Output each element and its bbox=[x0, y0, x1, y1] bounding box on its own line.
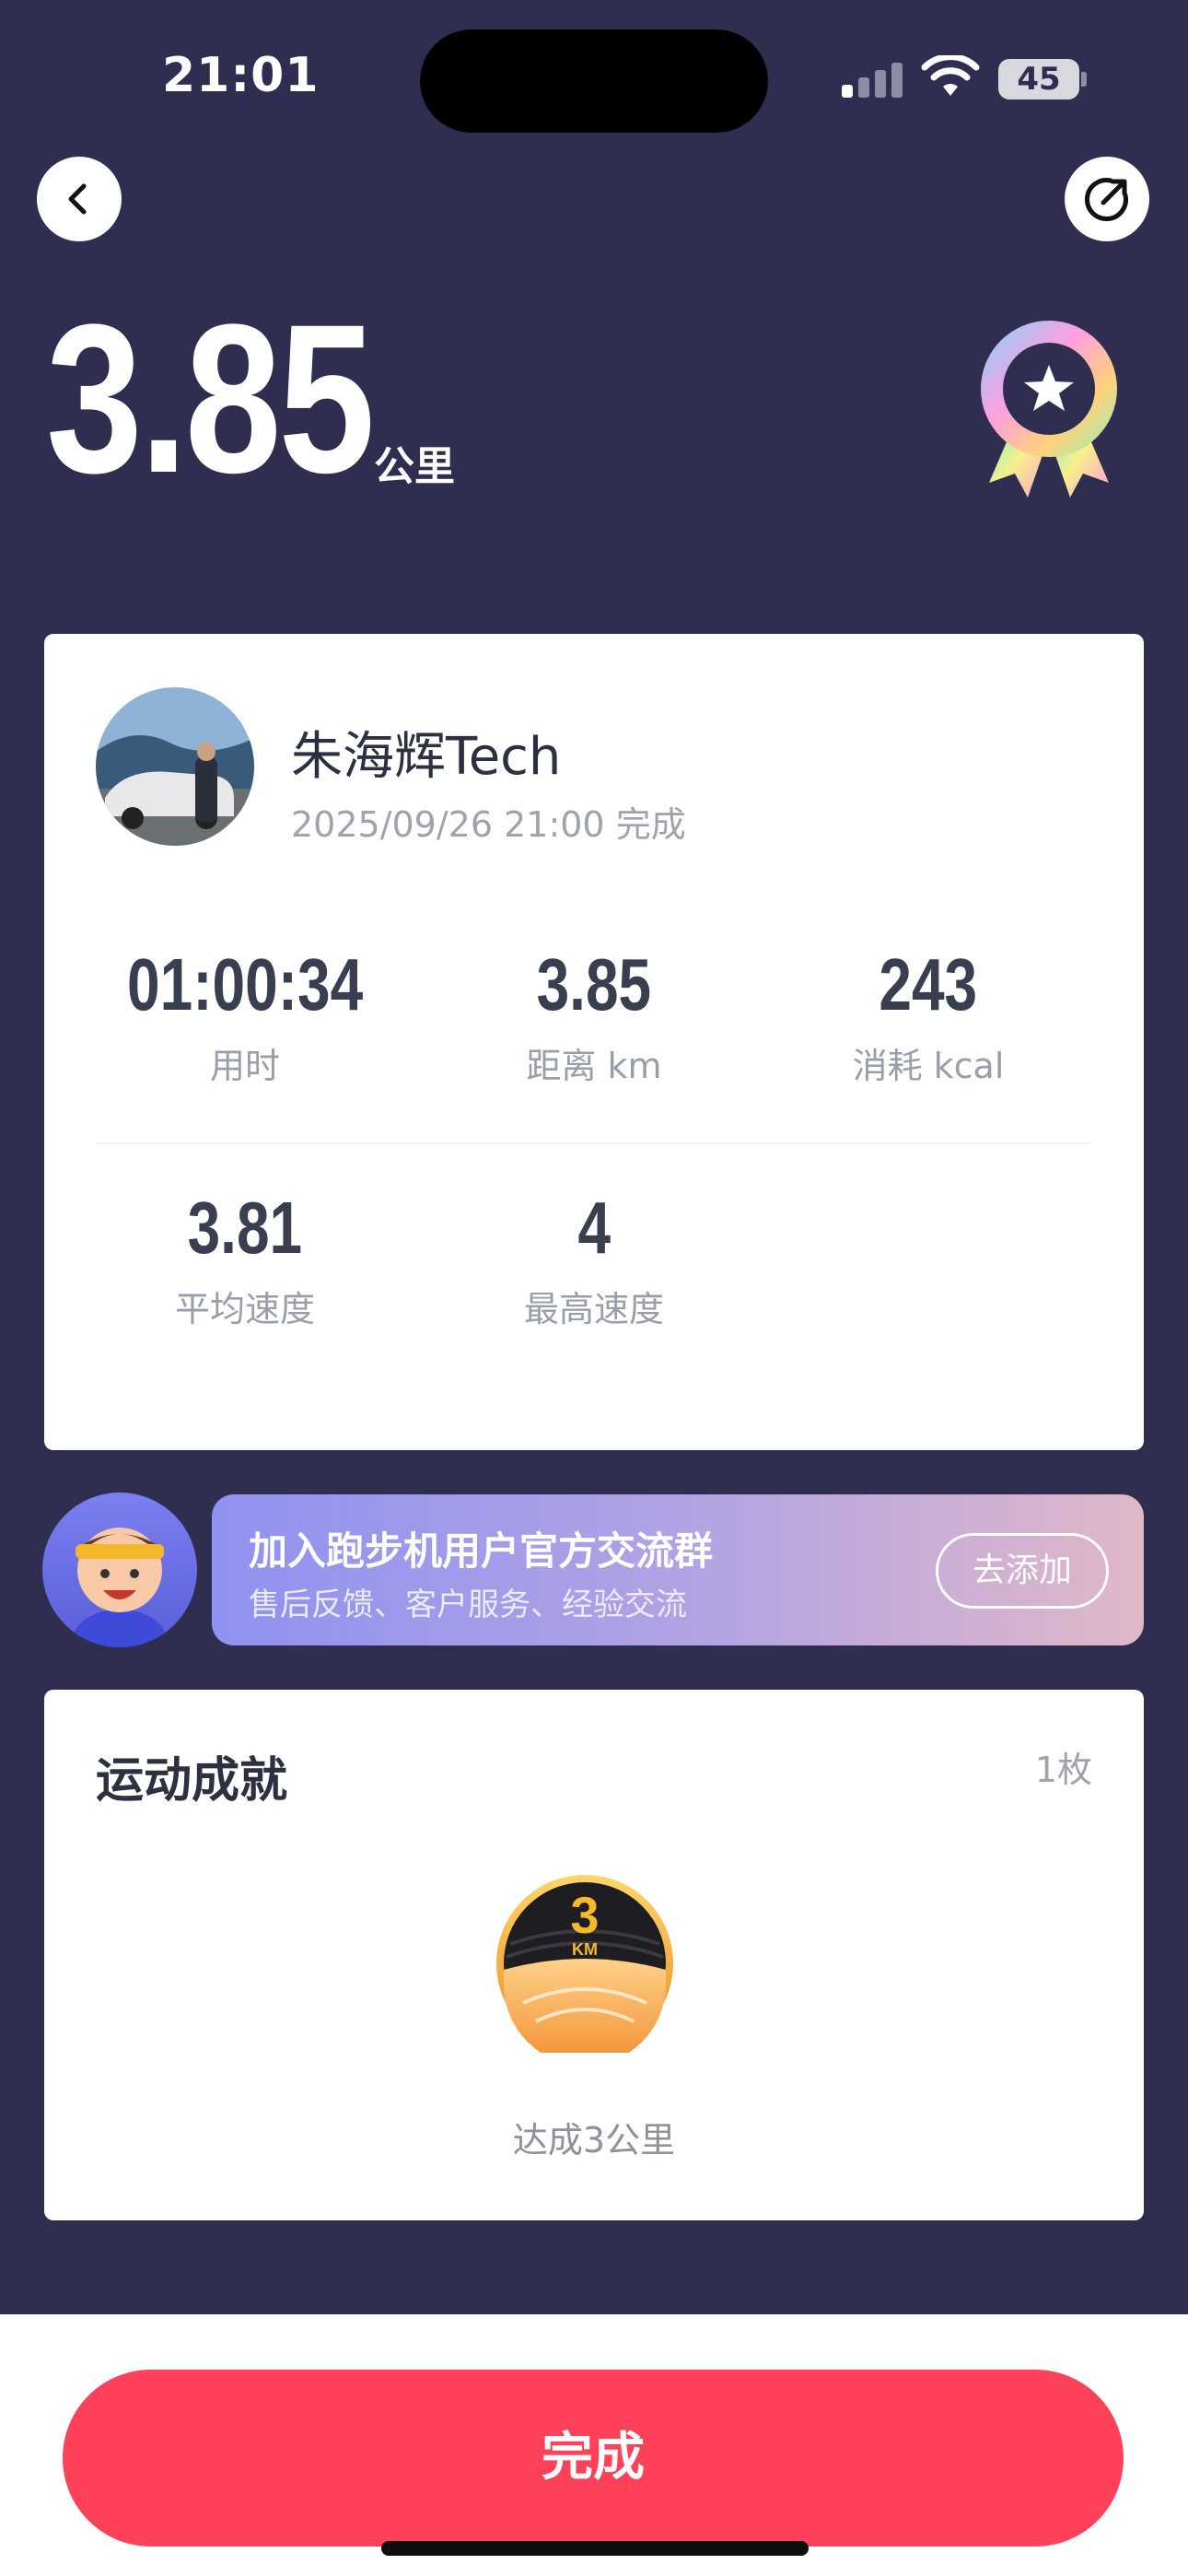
share-button[interactable] bbox=[1065, 157, 1149, 241]
done-button[interactable]: 完成 bbox=[63, 2370, 1124, 2547]
mascot-icon bbox=[70, 1528, 169, 1647]
achievements-count: 1枚 bbox=[1034, 1750, 1092, 1790]
stat-duration: 01:00:34 用时 bbox=[79, 943, 411, 1088]
stat-max-speed: 4 最高速度 bbox=[428, 1187, 760, 1331]
stat-label: 消耗 kcal bbox=[852, 1046, 1005, 1086]
badge-3km-icon[interactable]: 3 KM bbox=[495, 1874, 674, 2053]
back-button[interactable] bbox=[37, 157, 122, 241]
avatar-photo-icon bbox=[96, 687, 254, 846]
divider bbox=[96, 1142, 1090, 1144]
stat-value: 3.81 bbox=[187, 1187, 303, 1269]
status-time: 21:01 bbox=[162, 48, 320, 103]
medal-icon bbox=[981, 321, 1117, 498]
summary-card: 朱海辉Tech 2025/09/26 21:00 完成 01:00:34 用时 … bbox=[44, 634, 1144, 1450]
achievements-card: 运动成就 1枚 3 KM 达成3公里 bbox=[44, 1690, 1144, 2220]
status-bar: 21:01 45 bbox=[0, 0, 1188, 157]
stat-distance: 3.85 距离 km bbox=[428, 943, 760, 1088]
distance-unit: 公里 bbox=[374, 443, 455, 490]
user-completion-time: 2025/09/26 21:00 完成 bbox=[291, 804, 686, 845]
badge-label: 达成3公里 bbox=[512, 2120, 676, 2160]
wifi-icon bbox=[921, 55, 980, 96]
banner-subtitle: 售后反馈、客户服务、经验交流 bbox=[249, 1587, 687, 1623]
stat-label: 用时 bbox=[209, 1046, 280, 1086]
battery-icon: 45 bbox=[998, 59, 1079, 100]
stat-value: 01:00:34 bbox=[126, 943, 364, 1025]
mascot-avatar bbox=[42, 1493, 197, 1647]
dynamic-island bbox=[420, 29, 768, 133]
achievements-title: 运动成就 bbox=[96, 1753, 288, 1809]
badge-unit: KM bbox=[572, 1940, 598, 1959]
badge-number: 3 bbox=[570, 1886, 599, 1944]
share-icon bbox=[1084, 178, 1128, 222]
cellular-signal-icon bbox=[842, 61, 903, 98]
avatar[interactable] bbox=[96, 687, 254, 846]
add-group-button[interactable]: 去添加 bbox=[936, 1533, 1109, 1609]
stat-value: 4 bbox=[577, 1187, 611, 1269]
stat-label: 距离 km bbox=[526, 1046, 662, 1086]
stat-average-speed: 3.81 平均速度 bbox=[79, 1187, 411, 1331]
user-name: 朱海辉Tech bbox=[291, 727, 562, 787]
chevron-left-icon bbox=[68, 183, 87, 215]
stat-value: 243 bbox=[879, 943, 978, 1025]
distance-value: 3.85 bbox=[46, 280, 375, 517]
home-indicator bbox=[381, 2541, 809, 2556]
battery-cap bbox=[1081, 72, 1087, 87]
community-banner[interactable]: 加入跑步机用户官方交流群 售后反馈、客户服务、经验交流 去添加 bbox=[212, 1494, 1144, 1645]
battery-level: 45 bbox=[1017, 61, 1061, 98]
banner-title: 加入跑步机用户官方交流群 bbox=[249, 1528, 714, 1574]
stat-value: 3.85 bbox=[536, 943, 652, 1025]
stat-label: 最高速度 bbox=[523, 1289, 664, 1329]
stat-label: 平均速度 bbox=[174, 1289, 315, 1329]
stat-calories: 243 消耗 kcal bbox=[763, 943, 1094, 1088]
